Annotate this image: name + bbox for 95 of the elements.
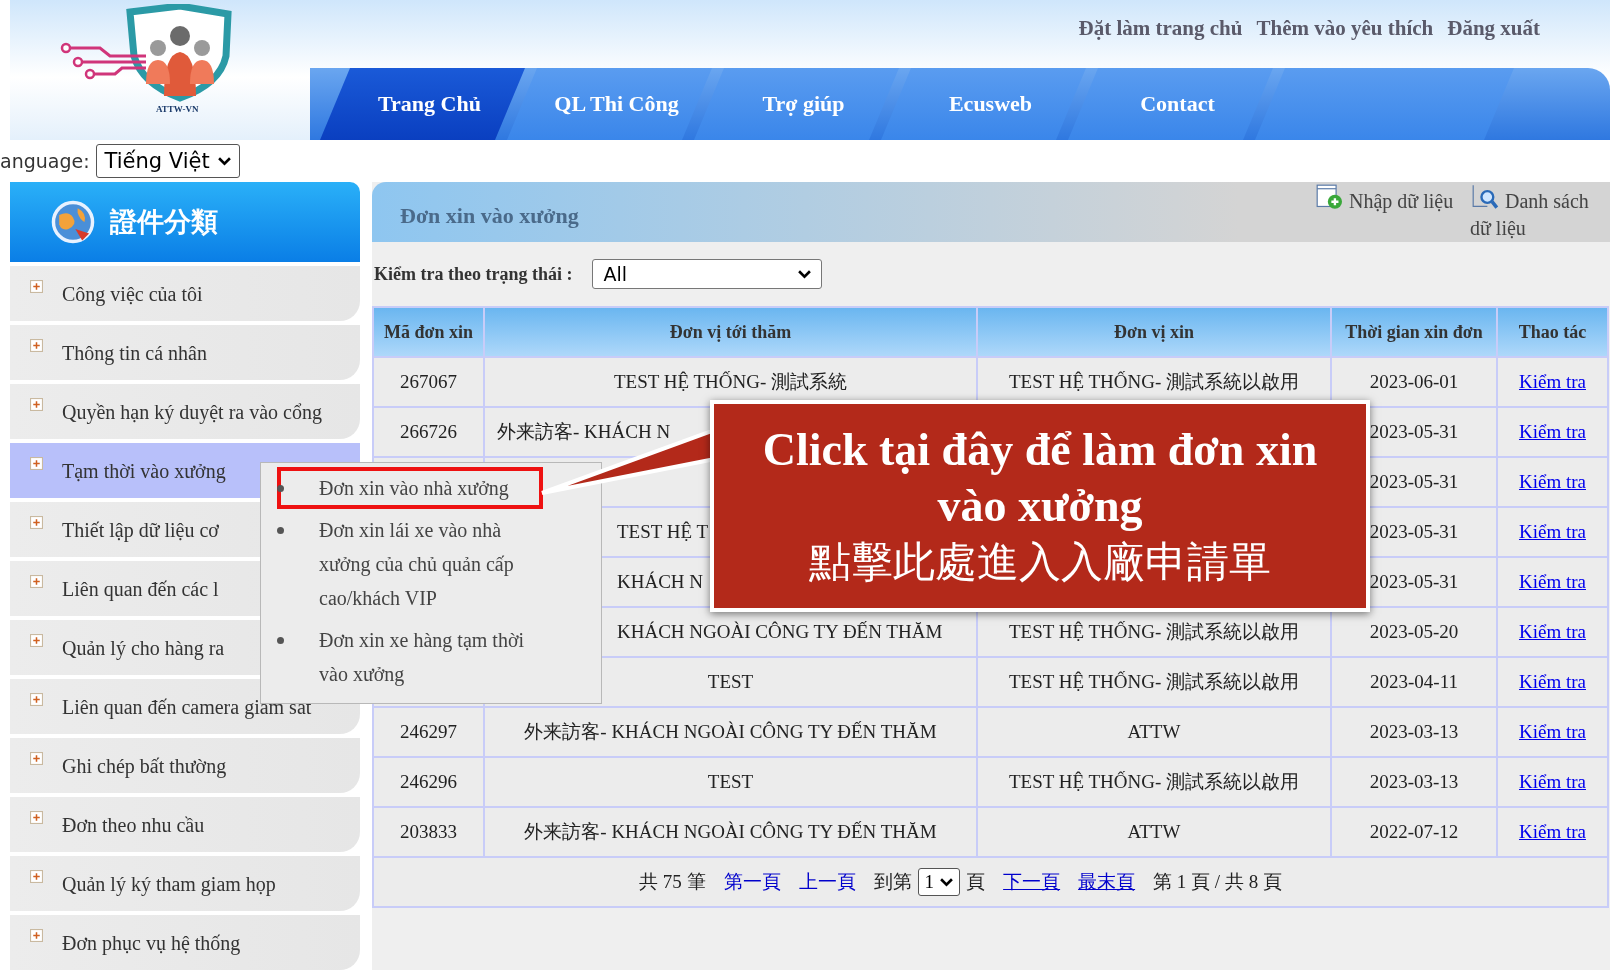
pager-link[interactable]: 最末頁 — [1078, 869, 1136, 895]
document-search-icon — [1470, 184, 1500, 210]
table-cell: 2023-03-13 — [1369, 771, 1459, 792]
table-cell: 外来訪客- KHÁCH NGOÀI CÔNG TY ĐẾN THĂM — [524, 821, 937, 842]
column-header: Đơn vị tới thăm — [484, 307, 977, 357]
table-cell: 246297 — [400, 721, 457, 742]
language-label: anguage: — [0, 150, 90, 172]
plus-icon — [30, 870, 43, 883]
table-cell: TEST — [707, 771, 754, 792]
sidebar-item[interactable]: Đơn phục vụ hệ thống — [10, 915, 360, 970]
table-cell: KHÁCH NGOÀI CÔNG TY ĐẾN THĂM — [617, 621, 943, 642]
table-cell: 2023-05-31 — [1369, 471, 1459, 492]
table-cell: 2023-06-01 — [1369, 371, 1459, 392]
table-cell: TEST HỆ THỐNG- 測試系統 — [613, 371, 848, 392]
plus-icon — [30, 929, 43, 942]
plus-icon — [30, 693, 43, 706]
sidebar-item-label: Ghi chép bất thường — [62, 753, 227, 779]
panel-title: Đơn xin vào xưởng — [399, 202, 579, 229]
table-cell: 外来訪客- KHÁCH N — [497, 421, 671, 442]
sidebar-item-label: Quản lý cho hàng ra — [62, 635, 225, 661]
plus-icon — [30, 398, 43, 411]
toolbar-link[interactable]: Nhập dữ liệu — [1314, 184, 1454, 242]
plus-icon — [30, 457, 43, 470]
table-cell: 2023-03-13 — [1369, 721, 1459, 742]
column-header: Đơn vị xin — [977, 307, 1331, 357]
table-cell: 2022-07-12 — [1369, 821, 1459, 842]
table-cell: TEST — [707, 671, 754, 692]
table-cell: KHÁCH N — [617, 571, 704, 592]
bullet-icon — [277, 637, 284, 644]
plus-icon — [30, 634, 43, 647]
chevron-icon — [798, 269, 812, 279]
plus-icon — [30, 575, 43, 588]
column-header: Mã đơn xin — [373, 307, 484, 357]
globe-icon — [50, 199, 96, 245]
plus-icon — [30, 280, 43, 293]
chevron-icon — [217, 156, 231, 166]
callout-text: Click tại đây để làm đơn xin vào xưởng — [761, 423, 1319, 533]
status-select[interactable]: All — [592, 259, 823, 289]
table-cell: TEST HỆ THỐNG- 測試系統以啟用 — [1008, 371, 1300, 392]
record-count: 共 75 筆 — [639, 870, 706, 894]
table-cell: 2023-04-11 — [1370, 671, 1458, 692]
sidebar-item[interactable]: Quyền hạn ký duyệt ra vào cổng — [10, 384, 360, 439]
sidebar-item[interactable]: Quản lý ký tham giam họp — [10, 856, 360, 911]
sidebar-item-label: Thông tin cá nhân — [62, 340, 207, 366]
sidebar-item-label: Tạm thời vào xưởng — [62, 458, 226, 484]
sidebar-item-label: Công việc của tôi — [62, 281, 203, 307]
sidebar-item-label: Liên quan đến các l — [62, 576, 219, 602]
table-cell: 2023-05-31 — [1369, 571, 1459, 592]
table-cell: 246296 — [400, 771, 457, 792]
header-link[interactable]: Đặt làm trang chủ — [1078, 16, 1243, 41]
toolbar-link[interactable]: Danh sách dữ liệu — [1470, 184, 1610, 242]
sidebar-item-label: Thiết lập dữ liệu cơ — [62, 517, 219, 543]
bullet-icon — [277, 527, 284, 534]
table-cell: TEST HỆ THỐNG- 測試系統以啟用 — [1008, 621, 1300, 642]
sidebar-item[interactable]: Công việc của tôi — [10, 266, 360, 321]
column-header: Thời gian xin đơn — [1331, 307, 1497, 357]
sidebar-item[interactable]: Ghi chép bất thường — [10, 738, 360, 793]
table-cell: 267067 — [400, 371, 457, 392]
table-cell: TEST HỆ THỐNG- 測試系統以啟用 — [1008, 671, 1300, 692]
sidebar-title: 證件分類 — [110, 205, 218, 239]
table-cell: ATTW — [1127, 721, 1181, 742]
table-cell: 2023-05-31 — [1369, 521, 1459, 542]
document-add-icon — [1314, 184, 1344, 210]
table-cell: 266726 — [400, 421, 457, 442]
plus-icon — [30, 811, 43, 824]
sidebar-item-label: Đơn theo nhu cầu — [62, 812, 205, 838]
column-header: Thao tác — [1497, 307, 1608, 357]
goto-label: 到第 — [873, 870, 912, 894]
language-select[interactable]: Tiếng Việt — [95, 144, 240, 178]
page-select[interactable]: 1 — [917, 868, 961, 896]
bullet-icon — [277, 485, 284, 492]
nav-tab[interactable]: Trang Chủ — [320, 68, 525, 140]
chevron-icon — [940, 877, 954, 887]
page-unit: 頁 — [966, 870, 986, 894]
sidebar-item-label: Quyền hạn ký duyệt ra vào cổng — [62, 399, 322, 425]
sidebar-item[interactable]: Thông tin cá nhân — [10, 325, 360, 380]
sidebar-item[interactable]: Đơn theo nhu cầu — [10, 797, 360, 852]
plus-icon — [30, 339, 43, 352]
table-cell: 2023-05-31 — [1369, 421, 1459, 442]
table-cell: 外来訪客- KHÁCH NGOÀI CÔNG TY ĐẾN THĂM — [524, 721, 937, 742]
table-cell: ATTW — [1127, 821, 1181, 842]
table-cell: 203833 — [400, 821, 457, 842]
filter-label: Kiểm tra theo trạng thái : — [374, 263, 573, 285]
pager-link[interactable]: 下一頁 — [1003, 869, 1061, 895]
page-status: 第 1 頁 / 共 8 頁 — [1153, 870, 1282, 894]
sidebar-item-label: Đơn phục vụ hệ thống — [62, 930, 241, 956]
sidebar-item-label: Quản lý ký tham giam họp — [62, 871, 276, 897]
table-cell: TEST HỆ THỐNG- 測試系統以啟用 — [1008, 771, 1300, 792]
header-link[interactable]: Đăng xuất — [1447, 16, 1540, 41]
table-cell: 2023-05-20 — [1369, 621, 1459, 642]
plus-icon — [30, 516, 43, 529]
table-cell: TEST HỆ T — [617, 521, 709, 542]
header-link[interactable]: Thêm vào yêu thích — [1256, 16, 1434, 41]
plus-icon — [30, 752, 43, 765]
callout-text: 點擊此處進入入廠申請單 — [808, 536, 1272, 588]
